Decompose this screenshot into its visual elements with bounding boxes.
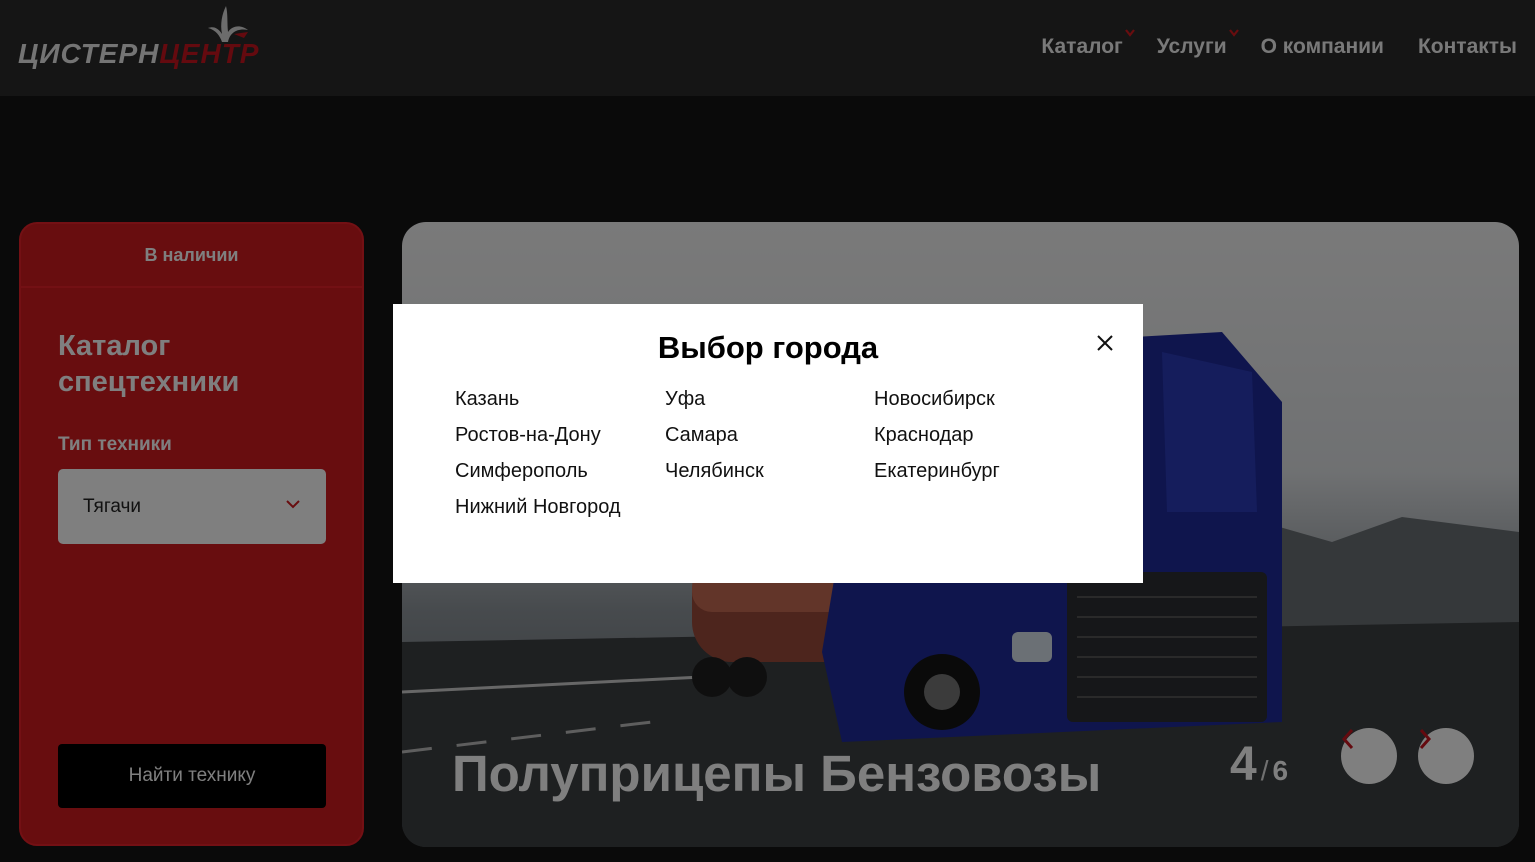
city-select-modal: Выбор города Казань Уфа Новосибирск Рост… — [393, 304, 1143, 583]
city-link[interactable]: Ростов-на-Дону — [455, 424, 665, 447]
city-link[interactable]: Симферополь — [455, 460, 665, 483]
city-link[interactable]: Нижний Новгород — [455, 496, 665, 519]
modal-title: Выбор города — [657, 330, 879, 365]
city-link[interactable]: Казань — [455, 388, 665, 411]
city-list: Казань Уфа Новосибирск Ростов-на-Дону Са… — [455, 388, 1084, 519]
close-icon[interactable] — [1094, 332, 1116, 354]
city-link[interactable]: Краснодар — [874, 424, 1084, 447]
city-link[interactable]: Самара — [665, 424, 874, 447]
city-link[interactable]: Екатеринбург — [874, 460, 1084, 483]
city-link[interactable]: Уфа — [665, 388, 874, 411]
city-link[interactable]: Новосибирск — [874, 388, 1084, 411]
city-link[interactable]: Челябинск — [665, 460, 874, 483]
